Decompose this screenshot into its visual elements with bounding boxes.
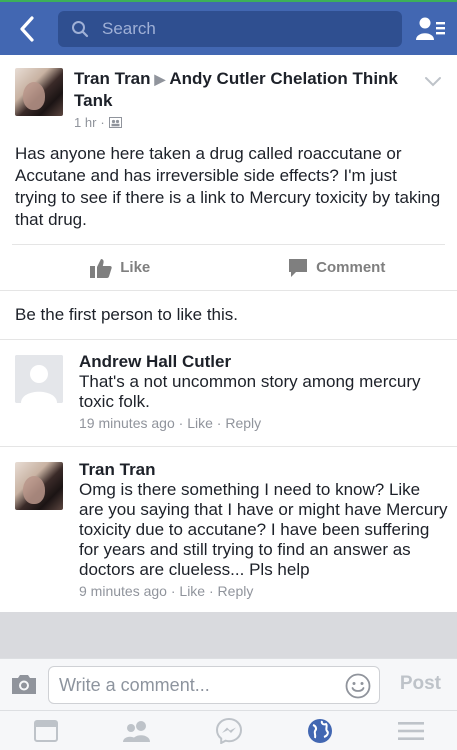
comment-label: Comment	[316, 259, 386, 276]
camera-button[interactable]	[10, 673, 38, 697]
friend-requests-icon	[416, 17, 445, 40]
tab-notifications[interactable]	[274, 711, 365, 750]
friends-icon	[123, 720, 151, 742]
post-body: Has anyone here taken a drug called roac…	[15, 144, 441, 229]
post-time[interactable]: 1 hr	[74, 115, 96, 130]
comment-meta: 9 minutes ago · Like · Reply	[79, 583, 254, 599]
like-label: Like	[120, 259, 151, 276]
post-timestamp-row: 1 hr ·	[74, 115, 122, 130]
search-icon	[62, 11, 98, 47]
default-profile-icon	[15, 355, 63, 403]
post-comment-button[interactable]: Post	[400, 673, 441, 695]
empty-area	[0, 612, 457, 658]
comment-button[interactable]: Comment	[229, 245, 446, 290]
comment-meta: 19 minutes ago · Like · Reply	[79, 415, 262, 431]
comment-avatar[interactable]	[15, 462, 63, 510]
bottom-tab-bar	[0, 710, 457, 750]
comment-input-box[interactable]	[48, 666, 380, 704]
back-button[interactable]	[12, 12, 42, 46]
camera-icon	[12, 675, 36, 694]
likes-summary: Be the first person to like this.	[15, 305, 238, 324]
divider	[0, 290, 457, 291]
emoji-button[interactable]	[345, 673, 371, 699]
comment-composer: Post	[0, 658, 457, 710]
back-arrow-icon	[20, 16, 34, 42]
smiley-icon	[345, 673, 371, 699]
divider	[0, 339, 457, 340]
notifications-globe-icon	[307, 718, 332, 743]
separator-dot: ·	[100, 115, 105, 130]
post-action-bar: Like Comment	[12, 244, 445, 290]
comment: Andrew Hall Cutler That's a not uncommon…	[79, 352, 449, 431]
comment-time[interactable]: 9 minutes ago	[79, 583, 167, 599]
menu-icon	[398, 721, 425, 740]
friend-requests-button[interactable]	[415, 14, 447, 44]
news-feed-icon	[33, 719, 58, 742]
messenger-icon	[215, 717, 242, 744]
comment-like-link[interactable]: Like	[187, 415, 213, 431]
comment-author[interactable]: Tran Tran	[79, 460, 449, 480]
divider	[0, 446, 457, 447]
search-bar[interactable]	[58, 11, 402, 47]
arrow-right-icon: ▶	[154, 71, 166, 87]
comment-avatar[interactable]	[15, 355, 63, 403]
top-navigation-bar	[0, 0, 457, 55]
thumbs-up-icon	[90, 258, 112, 278]
group-icon	[108, 117, 122, 128]
tab-messenger[interactable]	[183, 711, 274, 750]
post-author-name[interactable]: Tran Tran	[74, 69, 151, 88]
comment: Tran Tran Omg is there something I need …	[79, 460, 449, 599]
tab-menu[interactable]	[366, 711, 457, 750]
comment-text: That's a not uncommon story among mercur…	[79, 372, 421, 411]
tab-friends[interactable]	[91, 711, 182, 750]
search-input[interactable]	[102, 19, 382, 39]
comment-reply-link[interactable]: Reply	[218, 583, 254, 599]
post-author-avatar[interactable]	[15, 68, 63, 116]
comment-bubble-icon	[289, 258, 308, 277]
like-button[interactable]: Like	[12, 245, 229, 290]
comment-reply-link[interactable]: Reply	[225, 415, 261, 431]
comment-input[interactable]	[59, 674, 339, 696]
post-author-line: Tran Tran ▶ Andy Cutler Chelation Think Ta…	[74, 68, 404, 111]
comment-time[interactable]: 19 minutes ago	[79, 415, 175, 431]
chevron-down-icon	[425, 77, 441, 87]
comment-text: Omg is there something I need to know? L…	[79, 480, 448, 579]
comment-author[interactable]: Andrew Hall Cutler	[79, 352, 449, 372]
tab-news-feed[interactable]	[0, 711, 91, 750]
post-options-button[interactable]	[423, 74, 443, 90]
comment-like-link[interactable]: Like	[179, 583, 205, 599]
